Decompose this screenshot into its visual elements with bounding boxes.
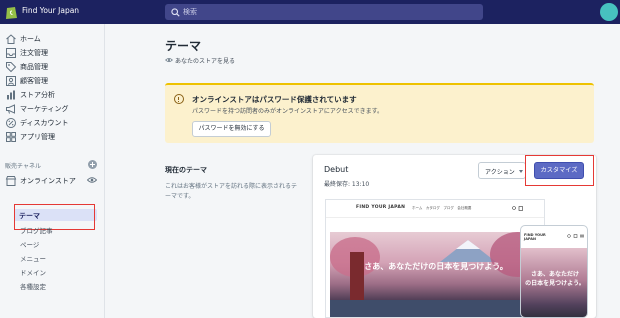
mobile-hero-image: さあ、あなただけ の日本を見つけよう。 xyxy=(521,248,587,317)
pagoda-shape xyxy=(350,252,364,302)
sidebar-subitem-blog-posts[interactable]: ブログ記事 xyxy=(20,225,53,235)
password-banner: オンラインストアはパスワード保護されています パスワードを持つ訪問者のみがオンラ… xyxy=(165,83,594,143)
sidebar-subitem-domains[interactable]: ドメイン xyxy=(20,267,46,277)
preview-header-icons xyxy=(512,206,523,211)
sidebar: ホーム 注文管理 商品管理 顧客管理 ストア分析 マーケティング ディスカウント… xyxy=(0,24,105,318)
search-input[interactable]: 検索 xyxy=(165,4,483,20)
tag-icon xyxy=(6,62,17,73)
mobile-headline-line: さあ、あなただけ xyxy=(530,271,579,278)
warning-icon xyxy=(174,94,184,104)
top-bar: Find Your Japan 検索 xyxy=(0,0,620,24)
current-theme-description: これはお客様がストアを訪れる際に表示されるテーマです。 xyxy=(165,183,298,200)
lake-shape xyxy=(330,300,542,317)
mobile-header-icons xyxy=(567,234,584,238)
preview-brand: FIND YOUR JAPAN xyxy=(356,205,406,210)
orders-icon xyxy=(6,48,16,58)
sidebar-item-label: オンラインストア xyxy=(20,177,76,185)
search-placeholder: 検索 xyxy=(183,8,197,16)
current-theme-heading: 現在のテーマ xyxy=(165,166,207,174)
store-icon xyxy=(5,176,17,186)
sidebar-item-label: 注文管理 xyxy=(20,49,48,57)
preview-header: FIND YOUR JAPAN ホーム カタログ ブログ 会社概要 xyxy=(326,200,544,218)
preview-headline: さあ、あなただけの日本を見つけよう。 xyxy=(364,262,508,271)
theme-card: Debut 最終保存: 13:10 アクション カスタマイズ FIND YOUR… xyxy=(313,155,596,318)
sidebar-item-products[interactable]: 商品管理 xyxy=(0,60,105,74)
add-channel-icon[interactable] xyxy=(88,160,97,169)
sidebar-subitem-pages[interactable]: ページ xyxy=(20,239,39,249)
apps-icon xyxy=(6,132,16,142)
sidebar-item-analytics[interactable]: ストア分析 xyxy=(0,88,105,102)
last-saved: 最終保存: 13:10 xyxy=(324,181,370,188)
sidebar-item-label: アプリ管理 xyxy=(20,133,55,141)
preview-nav-links: ホーム カタログ ブログ 会社概要 xyxy=(412,206,472,210)
search-icon xyxy=(171,7,180,17)
actions-dropdown[interactable]: アクション xyxy=(478,162,526,179)
sidebar-item-label: マーケティング xyxy=(20,105,69,113)
highlight-box xyxy=(525,155,594,186)
preview-hero-image: さあ、あなただけの日本を見つけよう。 xyxy=(330,232,544,317)
sidebar-item-customers[interactable]: 顧客管理 xyxy=(0,74,105,88)
desktop-preview[interactable]: FIND YOUR JAPAN ホーム カタログ ブログ 会社概要 さあ、あなた… xyxy=(325,199,545,318)
sidebar-item-orders[interactable]: 注文管理 xyxy=(0,46,105,60)
mobile-brand: FIND YOUR JAPAN xyxy=(524,233,546,241)
mobile-headline: さあ、あなただけ の日本を見つけよう。 xyxy=(521,270,587,288)
eye-icon[interactable] xyxy=(87,176,97,184)
theme-name: Debut xyxy=(324,165,349,174)
sidebar-item-marketing[interactable]: マーケティング xyxy=(0,102,105,116)
customers-icon xyxy=(6,76,16,86)
shopify-logo-icon[interactable] xyxy=(5,4,19,20)
eye-icon xyxy=(165,57,173,63)
banner-title: オンラインストアはパスワード保護されています xyxy=(192,95,357,104)
snow-cap-shape xyxy=(456,240,480,249)
sales-channels-heading: 販売チャネル xyxy=(5,163,41,170)
chevron-down-icon xyxy=(519,170,523,173)
sidebar-subitem-preferences[interactable]: 各種設定 xyxy=(20,281,46,291)
view-store-label: あなたのストアを見る xyxy=(175,58,236,65)
mobile-headline-line: の日本を見つけよう。 xyxy=(525,280,585,287)
sidebar-item-discounts[interactable]: ディスカウント xyxy=(0,116,105,130)
banner-text: パスワードを持つ訪問者のみがオンラインストアにアクセスできます。 xyxy=(192,108,383,115)
disable-password-button[interactable]: パスワードを無効にする xyxy=(192,121,271,137)
store-name[interactable]: Find Your Japan xyxy=(22,6,79,15)
avatar[interactable] xyxy=(600,3,618,21)
megaphone-icon xyxy=(6,104,15,114)
sidebar-item-label: 商品管理 xyxy=(20,63,48,71)
discount-icon xyxy=(6,118,16,128)
home-icon xyxy=(6,34,16,44)
sidebar-item-label: ストア分析 xyxy=(20,91,55,99)
analytics-icon xyxy=(7,90,15,100)
sidebar-item-label: 顧客管理 xyxy=(20,77,48,85)
sidebar-item-apps[interactable]: アプリ管理 xyxy=(0,130,105,144)
sidebar-item-label: ホーム xyxy=(20,35,41,43)
sidebar-item-label: ディスカウント xyxy=(20,119,69,127)
actions-label: アクション xyxy=(485,169,515,176)
sidebar-item-home[interactable]: ホーム xyxy=(0,32,105,46)
mobile-brand-line: JAPAN xyxy=(524,237,536,241)
sidebar-subitem-navigation[interactable]: メニュー xyxy=(20,253,46,263)
mobile-preview[interactable]: FIND YOUR JAPAN さあ、あなただけ の日本を見つけよう。 xyxy=(520,225,588,318)
page-title: テーマ xyxy=(165,39,202,53)
